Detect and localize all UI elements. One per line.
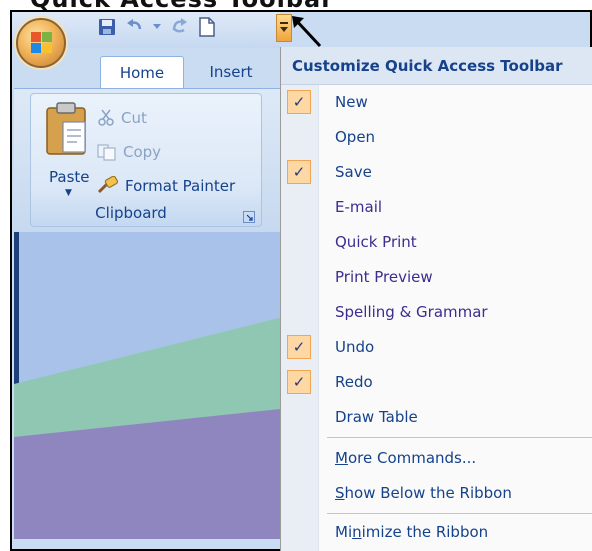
caption-strip: Quick Access Toolbar — [0, 0, 592, 10]
ribbon-tabs: Home Insert — [14, 48, 280, 88]
menu-separator — [327, 437, 592, 438]
quick-access-toolbar — [96, 14, 218, 40]
redo-icon[interactable] — [168, 16, 190, 38]
copy-label: Copy — [123, 143, 162, 161]
save-icon[interactable] — [96, 16, 118, 38]
menu-item-new[interactable]: ✓ New — [281, 85, 592, 119]
paste-dropdown-arrow-icon[interactable]: ▼ — [65, 188, 72, 198]
menu-item-label: Redo — [335, 373, 373, 391]
menu-item-undo[interactable]: ✓ Undo — [281, 330, 592, 364]
caption-text: Quick Access Toolbar — [30, 0, 334, 10]
checkmark-icon: ✓ — [287, 370, 311, 394]
paste-button[interactable]: Paste ▼ — [39, 98, 95, 200]
menu-item-spelling-grammar[interactable]: Spelling & Grammar — [281, 295, 592, 329]
menu-item-label: Show Below the Ribbon — [335, 484, 512, 502]
menu-item-label: E-mail — [335, 198, 383, 216]
menu-item-label: Open — [335, 128, 376, 146]
checkmark-icon: ✓ — [287, 335, 311, 359]
menu-item-label: Quick Print — [335, 233, 417, 251]
menu-item-redo[interactable]: ✓ Redo — [281, 365, 592, 399]
menu-separator — [327, 513, 592, 514]
dialog-launcher-icon[interactable] — [243, 208, 255, 223]
new-document-icon[interactable] — [196, 16, 218, 38]
clipboard-group-label: Clipboard — [95, 204, 167, 222]
tab-home[interactable]: Home — [100, 56, 184, 88]
pointer-arrow-icon — [292, 16, 322, 48]
menu-item-minimize-ribbon[interactable]: Minimize the Ribbon — [281, 515, 592, 549]
format-painter-icon — [97, 176, 119, 194]
menu-item-save[interactable]: ✓ Save — [281, 155, 592, 189]
cut-button[interactable]: Cut — [97, 106, 147, 130]
customize-qat-menu: Customize Quick Access Toolbar ✓ New Ope… — [280, 47, 592, 551]
copy-icon — [97, 144, 116, 161]
clipboard-group: Paste ▼ Cut Copy Format Painter Clipboar… — [30, 93, 262, 227]
menu-item-label: Spelling & Grammar — [335, 303, 488, 321]
copy-button[interactable]: Copy — [97, 140, 161, 164]
menu-item-label: Print Preview — [335, 268, 433, 286]
format-painter-button[interactable]: Format Painter — [97, 174, 235, 198]
menu-item-email[interactable]: E-mail — [281, 190, 592, 224]
menu-item-more-commands[interactable]: More Commands... — [281, 441, 592, 475]
paste-icon — [46, 102, 86, 155]
menu-item-open[interactable]: Open — [281, 120, 592, 154]
menu-item-label: Undo — [335, 338, 375, 356]
ribbon: Paste ▼ Cut Copy Format Painter Clipboar… — [14, 88, 280, 232]
scissors-icon — [98, 109, 114, 126]
menu-item-label: Save — [335, 163, 372, 181]
menu-item-label: Minimize the Ribbon — [335, 523, 489, 541]
checkmark-icon: ✓ — [287, 160, 311, 184]
menu-item-label: More Commands... — [335, 449, 477, 467]
menu-item-show-below-ribbon[interactable]: Show Below the Ribbon — [281, 476, 592, 510]
checkmark-icon: ✓ — [287, 90, 311, 114]
document-area — [14, 232, 284, 539]
undo-icon[interactable] — [124, 16, 146, 38]
menu-item-label: New — [335, 93, 368, 111]
cut-label: Cut — [121, 109, 147, 127]
menu-item-label: Draw Table — [335, 408, 418, 426]
undo-split-arrow-icon[interactable] — [152, 16, 162, 38]
menu-item-draw-table[interactable]: Draw Table — [281, 400, 592, 434]
menu-item-print-preview[interactable]: Print Preview — [281, 260, 592, 294]
paste-label: Paste — [49, 168, 90, 186]
format-painter-label: Format Painter — [125, 177, 236, 195]
menu-item-quick-print[interactable]: Quick Print — [281, 225, 592, 259]
tab-insert[interactable]: Insert — [196, 56, 266, 88]
